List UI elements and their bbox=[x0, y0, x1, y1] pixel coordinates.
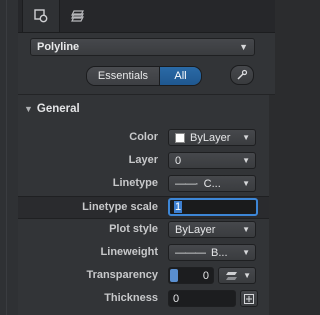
linetype-scale-value: 1 bbox=[174, 201, 183, 213]
pick-point-icon bbox=[244, 293, 254, 304]
essentials-toggle[interactable]: Essentials bbox=[87, 67, 160, 85]
canvas-edge bbox=[0, 0, 19, 315]
canvas-grid-line bbox=[6, 0, 7, 315]
object-type-value: Polyline bbox=[37, 41, 80, 53]
property-row-linetype-scale: Linetype scale 1 bbox=[18, 196, 275, 219]
tab-layers[interactable] bbox=[60, 0, 96, 32]
layer-select[interactable]: 0 ▼ bbox=[168, 152, 256, 169]
plot-style-value: ByLayer bbox=[175, 223, 216, 236]
property-row-linetype: Linetype ——· C... ▼ bbox=[18, 173, 275, 193]
chevron-down-icon: ▼ bbox=[242, 179, 250, 188]
palette-scrollbar[interactable] bbox=[269, 95, 275, 315]
color-select[interactable]: ByLayer ▼ bbox=[168, 129, 256, 146]
section-title: General bbox=[36, 103, 80, 115]
all-toggle[interactable]: All bbox=[160, 67, 201, 85]
property-label: Plot style bbox=[109, 223, 158, 235]
property-label: Linetype scale bbox=[82, 201, 158, 213]
tab-properties[interactable] bbox=[22, 0, 60, 32]
chevron-down-icon: ▼ bbox=[243, 271, 251, 280]
chevron-down-icon: ▼ bbox=[242, 225, 250, 234]
property-row-layer: Layer 0 ▼ bbox=[18, 150, 275, 170]
property-row-color: Color ByLayer ▼ bbox=[18, 127, 275, 147]
layers-icon bbox=[71, 10, 84, 22]
transparency-mode-select[interactable]: ▼ bbox=[218, 267, 256, 284]
quick-select-button[interactable] bbox=[230, 65, 254, 85]
thickness-input[interactable]: 0 bbox=[168, 290, 236, 307]
properties-icon bbox=[34, 9, 48, 23]
thickness-value: 0 bbox=[173, 292, 180, 305]
palette-tabbar bbox=[18, 0, 275, 33]
section-header-general[interactable]: ▼ General bbox=[24, 103, 80, 115]
linetype-select[interactable]: ——· C... ▼ bbox=[168, 175, 256, 192]
lineweight-select[interactable]: ——— B... ▼ bbox=[168, 244, 256, 261]
linetype-preview-icon: ——· bbox=[175, 177, 199, 190]
property-label: Lineweight bbox=[100, 246, 158, 258]
color-value: ByLayer bbox=[190, 131, 231, 144]
property-row-lineweight: Lineweight ——— B... ▼ bbox=[18, 242, 275, 262]
property-row-transparency: Transparency 0 ▼ bbox=[18, 265, 275, 285]
properties-palette: Polyline ▼ Essentials All ▼ General Colo… bbox=[18, 0, 275, 315]
property-label: Linetype bbox=[112, 177, 158, 189]
transparency-mode-icon bbox=[226, 271, 237, 280]
linetype-value: C... bbox=[203, 177, 221, 190]
section-divider bbox=[18, 94, 275, 95]
transparency-slider-handle[interactable] bbox=[170, 269, 178, 282]
pick-thickness-button[interactable] bbox=[240, 290, 258, 307]
color-swatch bbox=[175, 132, 185, 143]
linetype-scale-input[interactable]: 1 bbox=[168, 198, 258, 216]
chevron-down-icon: ▼ bbox=[242, 248, 250, 257]
disclosure-triangle-icon: ▼ bbox=[24, 104, 33, 114]
object-type-select[interactable]: Polyline ▼ bbox=[30, 38, 255, 56]
property-label: Color bbox=[129, 131, 158, 143]
layer-value: 0 bbox=[175, 154, 182, 167]
property-row-thickness: Thickness 0 bbox=[18, 288, 275, 308]
eyedropper-icon bbox=[237, 69, 248, 80]
property-label: Layer bbox=[128, 154, 158, 166]
filter-segmented-control: Essentials All bbox=[86, 66, 202, 86]
chevron-down-icon: ▼ bbox=[242, 133, 250, 142]
chevron-down-icon: ▼ bbox=[242, 156, 250, 165]
property-label: Transparency bbox=[86, 269, 158, 281]
lineweight-preview-icon: ——— bbox=[175, 246, 206, 259]
property-row-plot-style: Plot style ByLayer ▼ bbox=[18, 219, 275, 239]
lineweight-value: B... bbox=[211, 246, 228, 259]
chevron-down-icon: ▼ bbox=[239, 42, 248, 52]
property-label: Thickness bbox=[104, 292, 158, 304]
transparency-value: 0 bbox=[202, 269, 209, 282]
plot-style-select[interactable]: ByLayer ▼ bbox=[168, 221, 256, 238]
